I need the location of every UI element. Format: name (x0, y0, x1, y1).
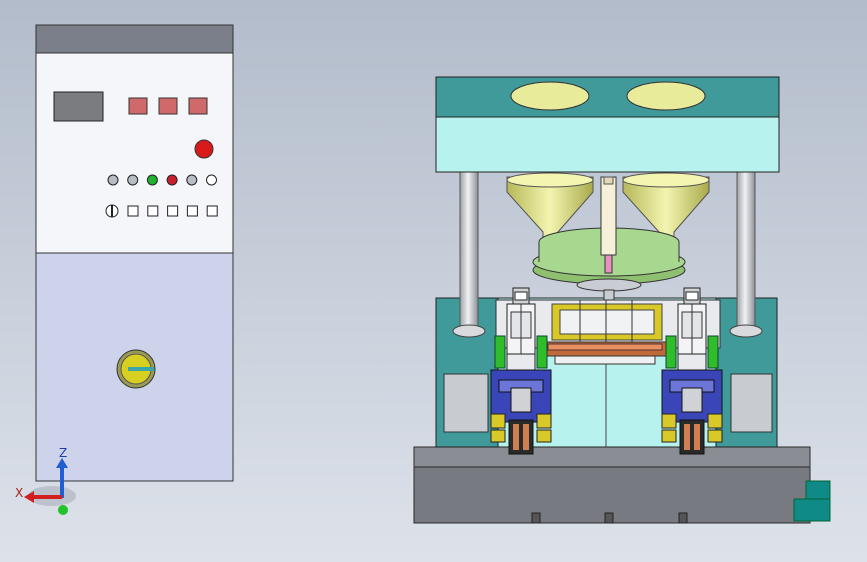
key-switch[interactable] (116, 349, 156, 389)
control-button-1[interactable] (128, 97, 148, 115)
control-button-3[interactable] (188, 97, 208, 115)
indicator-light-4 (166, 174, 178, 186)
toggle-switch-2[interactable] (147, 205, 159, 217)
cad-scene[interactable]: Z X (0, 0, 867, 562)
indicator-light-1 (107, 174, 119, 186)
base-foot-1 (531, 512, 541, 524)
toggle-switch-3[interactable] (167, 205, 179, 217)
side-cover-right (730, 373, 773, 433)
guide-column-left (459, 171, 479, 333)
hopper-opening-left (510, 81, 590, 111)
toggle-switch-1[interactable] (127, 205, 139, 217)
guide-column-right (736, 171, 756, 333)
toggle-switch-4[interactable] (186, 205, 198, 217)
cabinet-top-band (35, 24, 234, 54)
indicator-light-6 (206, 174, 217, 186)
base-foot-3 (678, 512, 688, 524)
z-axis-label: Z (59, 446, 67, 460)
x-axis-label: X (15, 486, 23, 500)
column-collar-left (452, 324, 486, 338)
toggle-switch-5[interactable] (206, 205, 218, 217)
cad-viewport[interactable]: Z X (0, 0, 867, 562)
indicator-light-2 (127, 174, 139, 186)
control-cabinet[interactable] (35, 24, 234, 482)
y-axis-dot-icon (58, 505, 68, 515)
digital-display (53, 91, 104, 122)
top-frame-upper (435, 76, 780, 118)
base-foot-2 (604, 512, 614, 524)
dispensing-machine-assembly[interactable] (413, 76, 831, 524)
column-collar-right (729, 324, 763, 338)
key-slot-icon (128, 367, 154, 371)
top-frame-lower (435, 116, 780, 173)
control-button-2[interactable] (158, 97, 178, 115)
machine-base-top (413, 446, 811, 468)
indicator-light-3 (146, 174, 158, 186)
emergency-stop-button[interactable] (194, 139, 214, 159)
hopper-opening-right (626, 81, 706, 111)
indicator-light-5 (186, 174, 198, 186)
side-cover-left (443, 373, 489, 433)
